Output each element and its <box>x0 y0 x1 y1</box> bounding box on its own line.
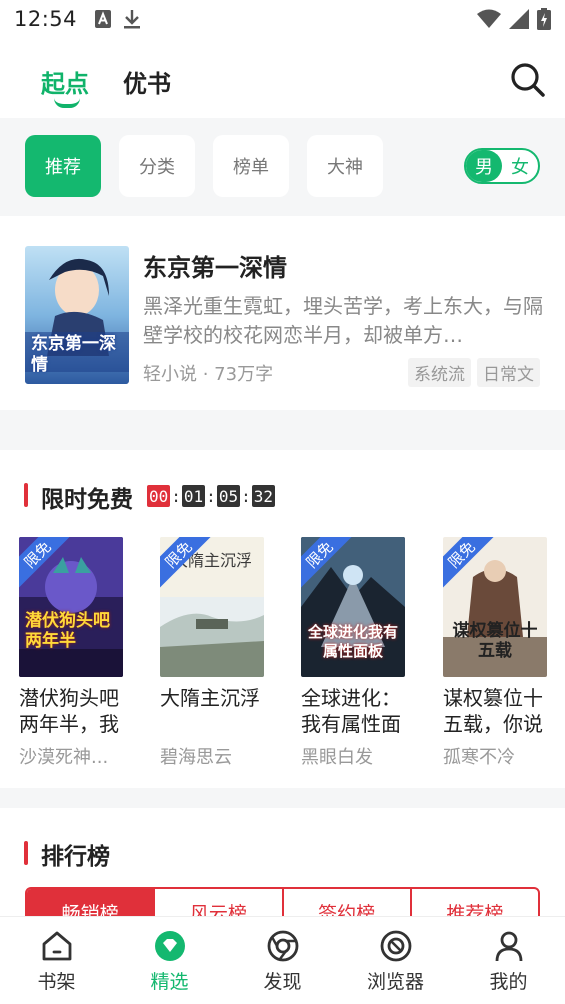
featured-book[interactable]: 东京第一深情 东京第一深情 黑泽光重生霓虹，埋头苦学，考上东大，与隔壁学校的校花… <box>0 216 565 410</box>
free-book-card[interactable]: 潜伏狗头吧两年半 限免 潜伏狗头吧两年半，我 沙漠死神... <box>19 537 125 769</box>
featured-cover-title: 东京第一深情 <box>31 334 116 375</box>
nav-label: 精选 <box>150 971 189 993</box>
book-cover[interactable]: 谋权篡位十五载 限免 <box>443 537 547 677</box>
featured-icon <box>154 931 185 961</box>
book-cover-title: 潜伏狗头吧两年半 <box>25 611 110 651</box>
battery-icon <box>537 8 551 30</box>
ranking-title[interactable]: 排行榜 <box>41 837 110 871</box>
featured-title[interactable]: 东京第一深情 <box>143 248 287 283</box>
nav-bookshelf[interactable]: 书架 <box>0 917 113 1004</box>
book-title[interactable]: 谋权篡位十五载，你说 <box>443 685 555 737</box>
browser-icon <box>380 930 411 962</box>
category-classify[interactable]: 分类 <box>119 135 195 197</box>
featured-tag[interactable]: 系统流 <box>408 358 471 387</box>
category-row: 推荐 分类 榜单 大神 男 女 <box>0 118 565 214</box>
notification-a-icon <box>95 10 112 28</box>
nav-label: 发现 <box>263 971 302 993</box>
limited-free-title[interactable]: 限时免费 <box>41 480 133 514</box>
free-book-card[interactable]: 谋权篡位十五载 限免 谋权篡位十五载，你说 孤寒不冷 <box>443 537 549 769</box>
active-tab-indicator <box>54 98 80 108</box>
gender-male[interactable]: 男 <box>466 150 502 182</box>
category-recommend[interactable]: 推荐 <box>25 135 101 197</box>
featured-tag[interactable]: 日常文 <box>477 358 540 387</box>
book-title[interactable]: 全球进化：我有属性面 <box>301 685 413 737</box>
book-title[interactable]: 大隋主沉浮 <box>160 685 272 737</box>
nav-browser[interactable]: 浏览器 <box>339 917 452 1004</box>
signal-icon <box>509 9 529 29</box>
book-cover-title: 谋权篡位十五载 <box>452 621 538 661</box>
nav-label: 书架 <box>37 971 76 993</box>
search-icon[interactable] <box>508 60 548 100</box>
gender-toggle[interactable]: 男 女 <box>464 148 540 184</box>
book-author: 碧海思云 <box>160 747 232 768</box>
nav-profile[interactable]: 我的 <box>452 917 565 1004</box>
book-cover[interactable]: 大隋主沉浮 限免 <box>160 537 264 677</box>
featured-tags: 系统流 日常文 <box>408 358 540 387</box>
countdown-seconds: 32 <box>251 485 275 507</box>
category-rankings[interactable]: 榜单 <box>213 135 289 197</box>
free-book-card[interactable]: 全球进化我有属性面板 限免 全球进化：我有属性面 黑眼白发 <box>301 537 407 769</box>
book-title[interactable]: 潜伏狗头吧两年半，我 <box>19 685 131 737</box>
book-cover[interactable]: 全球进化我有属性面板 限免 <box>301 537 405 677</box>
section-accent-bar <box>24 841 28 865</box>
nav-label: 我的 <box>489 971 528 993</box>
top-header: 起点 优书 <box>0 38 565 118</box>
featured-description: 黑泽光重生霓虹，埋头苦学，考上东大，与隔壁学校的校花网恋半月，却被单方… <box>143 294 543 347</box>
tab-qidian[interactable]: 起点 <box>41 64 89 99</box>
countdown-minutes: 05 <box>216 485 241 507</box>
countdown-days: 00 <box>147 485 171 507</box>
nav-discover[interactable]: 发现 <box>226 917 339 1004</box>
book-cover-title: 全球进化我有属性面板 <box>307 623 398 660</box>
limited-free-section: 限时免费 00 : 01 : 05 : 32 潜伏狗头吧两年半 限免 潜伏狗头吧… <box>0 450 565 788</box>
countdown-timer: 00 : 01 : 05 : 32 <box>147 485 275 507</box>
status-bar: 12:54 <box>0 0 565 38</box>
featured-meta: 轻小说 · 73万字 <box>143 364 274 385</box>
download-icon <box>124 10 141 29</box>
status-time: 12:54 <box>14 7 78 31</box>
book-author: 黑眼白发 <box>301 747 373 768</box>
book-author: 沙漠死神... <box>19 747 109 768</box>
gender-female[interactable]: 女 <box>502 153 538 179</box>
discover-icon <box>267 930 298 962</box>
tab-youshu[interactable]: 优书 <box>123 64 171 99</box>
profile-icon <box>495 931 522 962</box>
book-cover[interactable]: 潜伏狗头吧两年半 限免 <box>19 537 123 677</box>
bottom-nav: 书架 精选 发现 浏览器 我的 <box>0 916 565 1004</box>
nav-label: 浏览器 <box>366 971 424 993</box>
wifi-icon <box>477 9 501 28</box>
ranking-section: 排行榜 畅销榜 风云榜 签约榜 推荐榜 <box>0 808 565 927</box>
nav-featured[interactable]: 精选 <box>113 917 226 1004</box>
category-masters[interactable]: 大神 <box>307 135 383 197</box>
home-icon <box>42 931 71 961</box>
book-author: 孤寒不冷 <box>443 747 515 768</box>
free-book-card[interactable]: 大隋主沉浮 限免 大隋主沉浮 碧海思云 <box>160 537 266 769</box>
section-accent-bar <box>24 483 28 507</box>
featured-cover[interactable]: 东京第一深情 <box>25 246 129 384</box>
countdown-hours: 01 <box>181 485 206 507</box>
